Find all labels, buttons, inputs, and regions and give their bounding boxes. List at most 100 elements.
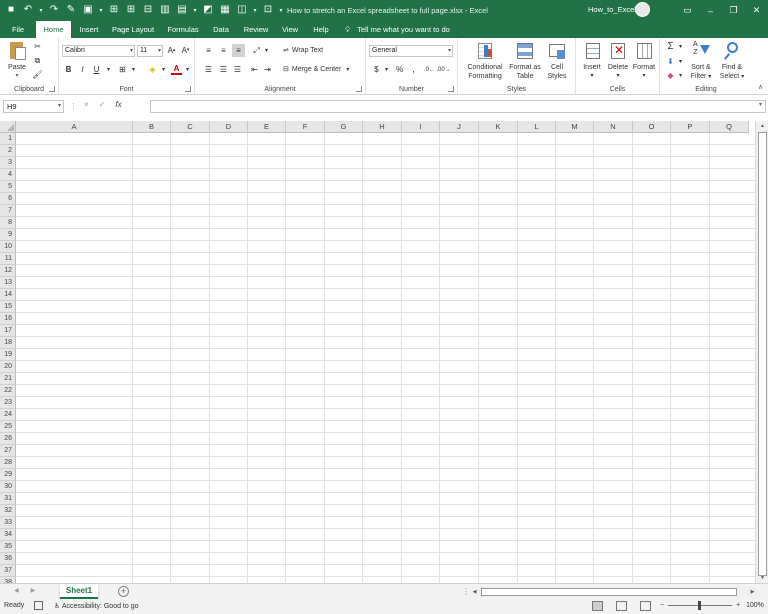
avatar[interactable]: [635, 2, 650, 17]
borders-icon[interactable]: ⊞: [117, 64, 128, 75]
vertical-scrollbar[interactable]: ▲ ▼: [755, 121, 768, 583]
format-as-table-button[interactable]: Format as Table: [509, 41, 541, 81]
autosum-dropdown-icon[interactable]: ▾: [675, 41, 686, 52]
wrap-text-button[interactable]: ⇌ Wrap Text: [283, 46, 323, 55]
horizontal-scrollbar[interactable]: ◀ ▶: [470, 587, 757, 597]
format-painter-icon[interactable]: ✎: [64, 3, 78, 17]
row-header[interactable]: 10: [0, 241, 16, 253]
bold-button[interactable]: B: [63, 64, 74, 75]
row-header[interactable]: 19: [0, 349, 16, 361]
row-header[interactable]: 29: [0, 469, 16, 481]
clear-dropdown-icon[interactable]: ▾: [675, 70, 686, 81]
row-header[interactable]: 25: [0, 421, 16, 433]
conditional-formatting-button[interactable]: Conditional Formatting: [463, 41, 507, 81]
tab-splitter-icon[interactable]: ⋮: [462, 587, 470, 596]
column-header[interactable]: D: [210, 121, 248, 133]
cells-area[interactable]: [16, 133, 755, 583]
select-all-button[interactable]: [0, 121, 16, 133]
find-select-button[interactable]: Find & Select ▾: [716, 41, 748, 82]
zoom-in-icon[interactable]: +: [736, 602, 740, 609]
column-header[interactable]: C: [171, 121, 210, 133]
font-launcher-icon[interactable]: .: [185, 86, 191, 92]
column-header[interactable]: P: [671, 121, 710, 133]
row-header[interactable]: 1: [0, 133, 16, 145]
row-header[interactable]: 20: [0, 361, 16, 373]
column-header[interactable]: Q: [710, 121, 749, 133]
row-header[interactable]: 7: [0, 205, 16, 217]
align-center-icon[interactable]: ☰: [218, 64, 229, 75]
tab-home[interactable]: Home: [36, 21, 71, 38]
number-launcher-icon[interactable]: .: [448, 86, 454, 92]
tab-view[interactable]: View: [277, 21, 303, 38]
insert-cells-button[interactable]: Insert ▾: [579, 41, 605, 81]
row-header[interactable]: 34: [0, 529, 16, 541]
row-header[interactable]: 27: [0, 445, 16, 457]
resize-handle-icon[interactable]: ⋮: [70, 102, 77, 110]
column-header[interactable]: K: [479, 121, 518, 133]
row-header[interactable]: 12: [0, 265, 16, 277]
copy-icon[interactable]: ⧉: [32, 55, 43, 66]
column-header[interactable]: I: [402, 121, 440, 133]
decrease-indent-icon[interactable]: ⇤: [249, 64, 260, 75]
tab-data[interactable]: Data: [207, 21, 235, 38]
row-header[interactable]: 31: [0, 493, 16, 505]
expand-formula-icon[interactable]: ▾: [759, 101, 762, 108]
zoom-level[interactable]: 100%: [746, 602, 764, 609]
increase-font-icon[interactable]: A ▴: [166, 45, 177, 56]
delete-cells-button[interactable]: ✕ Delete ▾: [605, 41, 631, 81]
decrease-font-icon[interactable]: A ▾: [180, 45, 191, 56]
borders-dropdown-icon[interactable]: ▾: [128, 64, 139, 75]
underline-dropdown-icon[interactable]: ▾: [103, 64, 114, 75]
undo-icon[interactable]: ↶: [21, 3, 35, 17]
column-header[interactable]: N: [594, 121, 633, 133]
close-icon[interactable]: ✕: [745, 0, 768, 21]
tab-insert[interactable]: Insert: [74, 21, 104, 38]
align-middle-icon[interactable]: ≡: [218, 45, 229, 56]
minimize-icon[interactable]: –: [699, 0, 722, 21]
form-dropdown-icon[interactable]: ▾: [192, 3, 198, 17]
font-name-select[interactable]: Calibri ▾: [62, 45, 135, 57]
row-header[interactable]: 18: [0, 337, 16, 349]
row-header[interactable]: 2: [0, 145, 16, 157]
ribbon-display-icon[interactable]: ▭: [676, 0, 699, 21]
undo-dropdown-icon[interactable]: ▾: [38, 3, 44, 17]
restore-icon[interactable]: ❐: [722, 0, 745, 21]
zoom-out-icon[interactable]: −: [660, 602, 664, 609]
name-box[interactable]: H9 ▾: [3, 100, 64, 113]
accessibility-status[interactable]: ♿︎ Accessibility: Good to go: [54, 602, 139, 610]
save-icon[interactable]: ■: [4, 3, 18, 17]
row-header[interactable]: 13: [0, 277, 16, 289]
columns-icon[interactable]: ▥: [158, 3, 172, 17]
row-header[interactable]: 11: [0, 253, 16, 265]
row-header[interactable]: 26: [0, 433, 16, 445]
form-icon[interactable]: ▤: [175, 3, 189, 17]
orientation-dropdown-icon[interactable]: ▾: [261, 45, 272, 56]
tab-review[interactable]: Review: [239, 21, 273, 38]
font-color-icon[interactable]: A: [171, 64, 182, 75]
align-right-icon[interactable]: ☰: [232, 64, 243, 75]
column-header[interactable]: A: [16, 121, 133, 133]
page-layout-view-icon[interactable]: [616, 601, 627, 611]
row-header[interactable]: 6: [0, 193, 16, 205]
tab-file[interactable]: File: [4, 21, 32, 38]
scroll-up-icon[interactable]: ▲: [756, 121, 768, 131]
fill-color-icon[interactable]: ◩: [201, 3, 215, 17]
row-header[interactable]: 16: [0, 313, 16, 325]
merge-center-button[interactable]: ⊟ Merge & Center ▾: [283, 65, 349, 74]
row-header[interactable]: 8: [0, 217, 16, 229]
chart-icon[interactable]: ▦: [218, 3, 232, 17]
increase-decimal-icon[interactable]: .0←: [424, 64, 435, 75]
grid-icon[interactable]: ⊞: [124, 3, 138, 17]
row-header[interactable]: 33: [0, 517, 16, 529]
user-name[interactable]: How_to_Excel: [588, 5, 636, 14]
column-header[interactable]: L: [518, 121, 556, 133]
row-header[interactable]: 23: [0, 397, 16, 409]
row-header[interactable]: 28: [0, 457, 16, 469]
tab-help[interactable]: Help: [307, 21, 335, 38]
decrease-decimal-icon[interactable]: .00→: [436, 64, 450, 75]
italic-button[interactable]: I: [77, 64, 88, 75]
column-header[interactable]: E: [248, 121, 286, 133]
print-preview-icon[interactable]: ▣: [81, 3, 95, 17]
camera-dropdown-icon[interactable]: ▾: [252, 3, 258, 17]
row-header[interactable]: 30: [0, 481, 16, 493]
